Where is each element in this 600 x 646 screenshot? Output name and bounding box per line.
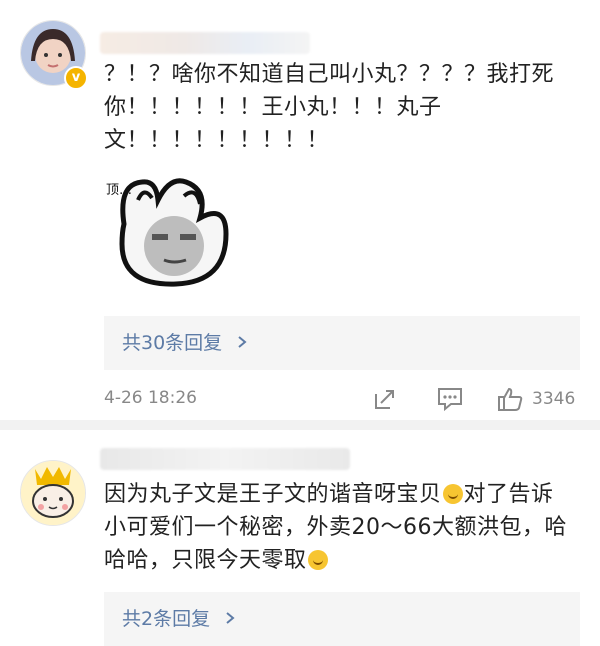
sticker-image[interactable]: 顶… xyxy=(104,164,238,298)
comment-text: ？！？啥你不知道自己叫小丸？？？？我打死你！！！！！！王小丸！！！丸子文！！！！… xyxy=(104,62,555,153)
verified-badge-icon: v xyxy=(64,66,88,90)
comment-1: v ？！？啥你不知道自己叫小丸？？？？我打死你！！！！！！王小丸！！！丸子文！！… xyxy=(0,0,600,420)
share-icon[interactable] xyxy=(372,386,398,417)
laugh-emoji-icon xyxy=(307,550,328,570)
username-blurred[interactable] xyxy=(100,32,310,54)
username-blurred[interactable] xyxy=(100,448,350,470)
thumbs-up-icon xyxy=(498,387,523,411)
like-count: 3346 xyxy=(532,389,576,409)
svg-text:顶…: 顶… xyxy=(106,183,132,198)
comment-text: 因为丸子文是王子文的谐音呀宝贝 对了告诉小可爱们一个秘密，外卖20～66大额洪包，… xyxy=(104,478,574,577)
view-replies-button[interactable]: 共2条回复 xyxy=(104,592,580,646)
replies-label: 共2条回复 xyxy=(122,608,211,630)
comment-meta: 4-26 18:26 3346 xyxy=(104,386,580,414)
comment-text-part-1: 因为丸子文是王子文的谐音呀宝贝 xyxy=(104,482,442,507)
comment-2: 因为丸子文是王子文的谐音呀宝贝 对了告诉小可爱们一个秘密，外卖20～66大额洪包，… xyxy=(0,430,600,646)
replies-label: 共30条回复 xyxy=(122,332,223,354)
timestamp: 4-26 18:26 xyxy=(104,388,197,408)
grin-emoji-icon xyxy=(442,484,463,504)
divider xyxy=(0,420,600,430)
chevron-right-icon xyxy=(224,592,236,646)
comment-icon[interactable] xyxy=(436,386,464,417)
avatar[interactable] xyxy=(20,460,86,526)
chevron-right-icon xyxy=(236,316,248,370)
like-button[interactable]: 3346 xyxy=(496,386,575,412)
view-replies-button[interactable]: 共30条回复 xyxy=(104,316,580,370)
